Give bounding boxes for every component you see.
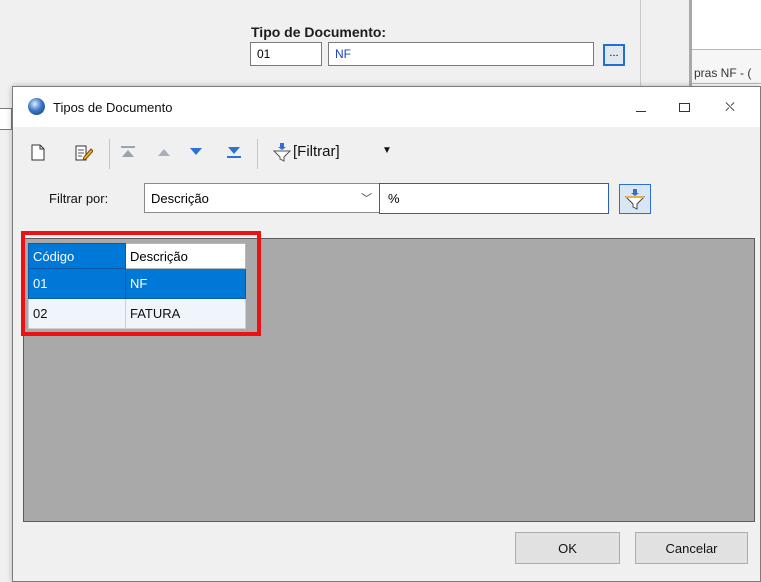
filter-by-label: Filtrar por: xyxy=(49,191,109,206)
background-tab-label: pras NF - ( xyxy=(694,66,752,80)
new-document-icon xyxy=(31,144,45,160)
tipo-documento-description-field[interactable]: NF xyxy=(328,42,594,66)
next-record-button[interactable] xyxy=(187,143,205,161)
toolbar-separator xyxy=(257,139,258,169)
toolbar: [Filtrar] ▼ xyxy=(23,139,623,169)
filter-menu-button[interactable] xyxy=(273,143,291,162)
previous-record-icon xyxy=(158,149,170,156)
app-icon xyxy=(28,98,45,115)
next-record-icon xyxy=(190,148,202,155)
cancel-button[interactable]: Cancelar xyxy=(635,532,748,564)
background-strip xyxy=(641,0,691,100)
minimize-button[interactable] xyxy=(630,97,652,117)
chevron-down-icon: ﹀ xyxy=(361,193,372,205)
previous-record-button[interactable] xyxy=(155,143,173,161)
edit-document-icon xyxy=(75,145,93,161)
highlight-annotation xyxy=(21,231,261,336)
dialog-titlebar[interactable]: Tipos de Documento ⛌ xyxy=(13,87,760,127)
tipo-documento-code-field[interactable]: 01 xyxy=(250,42,322,66)
apply-filter-icon xyxy=(624,189,646,210)
dropdown-arrow-icon[interactable]: ▼ xyxy=(382,145,392,156)
lookup-button[interactable]: ... xyxy=(603,44,625,66)
last-record-icon xyxy=(227,147,241,158)
maximize-icon xyxy=(678,102,690,112)
filter-menu-label[interactable]: [Filtrar] xyxy=(293,143,340,160)
tipo-documento-label: Tipo de Documento: xyxy=(251,24,387,40)
maximize-button[interactable] xyxy=(673,97,695,117)
minimize-icon xyxy=(636,110,646,112)
filter-text-input[interactable]: % xyxy=(379,183,609,214)
apply-filter-button[interactable] xyxy=(619,184,651,214)
dialog-title: Tipos de Documento xyxy=(53,100,173,115)
edit-record-button[interactable] xyxy=(75,143,93,161)
filter-field-value: Descrição xyxy=(151,191,209,206)
new-record-button[interactable] xyxy=(29,143,47,161)
filter-funnel-icon xyxy=(273,143,291,162)
first-record-button[interactable] xyxy=(119,143,137,161)
close-icon: ⛌ xyxy=(725,99,735,114)
last-record-button[interactable] xyxy=(225,143,243,161)
ok-button[interactable]: OK xyxy=(515,532,620,564)
close-button[interactable]: ⛌ xyxy=(719,97,741,117)
tipos-documento-dialog: Tipos de Documento ⛌ [Filtrar] ▼ Filtrar… xyxy=(12,86,761,582)
filter-field-select[interactable]: Descrição ﹀ xyxy=(144,183,381,213)
first-record-icon xyxy=(121,146,135,157)
toolbar-separator xyxy=(109,139,110,169)
background-left-field[interactable] xyxy=(0,108,12,130)
